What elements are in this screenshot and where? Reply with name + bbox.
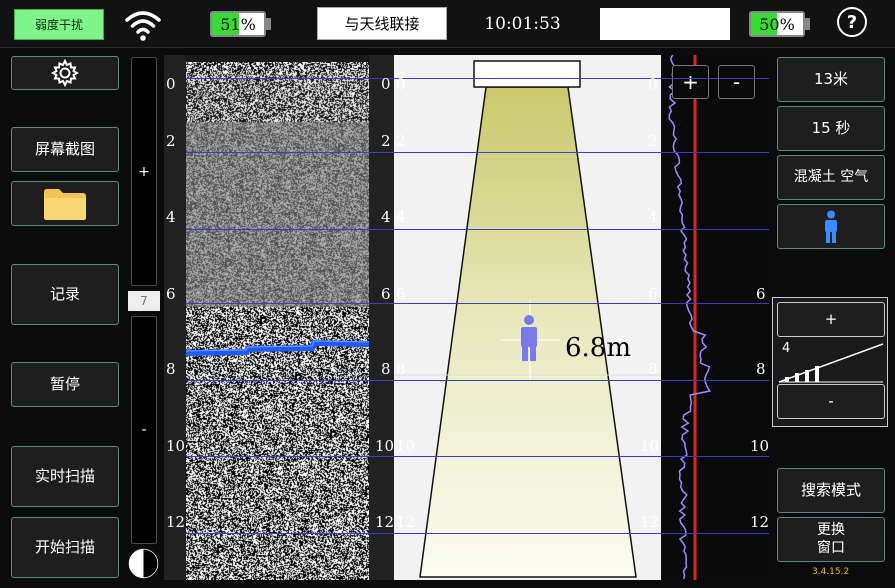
waveform-trace (668, 55, 712, 580)
zoom-out-button[interactable]: - (718, 65, 755, 99)
depth-tick-beam: 8 (396, 360, 406, 378)
depth-tick-beam: 12 (396, 513, 416, 531)
depth-tick-left: 0 (166, 75, 176, 93)
depth-tick-left: 12 (166, 513, 186, 531)
depth-grid-line (186, 229, 769, 230)
person-icon (521, 315, 537, 361)
folder-icon (44, 188, 86, 220)
depth-tick-left: 8 (166, 360, 176, 378)
depth-grid-line (186, 380, 769, 381)
pause-button[interactable]: 暂停 (11, 362, 119, 407)
depth-grid-line (186, 303, 769, 304)
target-type-button[interactable] (777, 204, 885, 249)
depth-grid-line (186, 152, 769, 153)
gain-decrease-track[interactable]: - (131, 316, 157, 544)
sensitivity-minus-button[interactable]: - (777, 384, 885, 419)
depth-tick-beam: 10 (396, 437, 416, 455)
depth-tick-right: 6 (381, 285, 391, 303)
depth-tick-left: 4 (166, 208, 176, 226)
target-distance-label: 6.8m (565, 333, 632, 363)
battery-right: 50% (749, 11, 811, 37)
bscan-panel (164, 55, 394, 580)
status-display-field (600, 8, 730, 40)
depth-tick-waveform: 8 (648, 360, 658, 378)
depth-tick-waveform: 6 (648, 285, 658, 303)
interference-status-badge: 弱度干扰 (14, 9, 104, 40)
start-scan-button[interactable]: 开始扫描 (11, 517, 119, 578)
depth-tick-waveform: 10 (640, 437, 660, 455)
depth-tick-left: 10 (166, 437, 186, 455)
depth-grid-line (186, 456, 769, 457)
change-window-button[interactable]: 更换 窗口 (777, 517, 885, 562)
wifi-icon (124, 8, 162, 42)
realtime-scan-button[interactable]: 实时扫描 (11, 446, 119, 507)
bscan-noise-image (186, 62, 369, 580)
screenshot-button[interactable]: 屏幕截图 (11, 127, 119, 172)
medium-button[interactable]: 混凝土 空气 (777, 155, 885, 200)
gain-slider-handle[interactable]: 7 (128, 291, 160, 311)
beam-target-marker (500, 300, 560, 380)
folder-button[interactable] (11, 181, 119, 226)
sensitivity-value: 4 (782, 341, 791, 356)
depth-tick-right-panel: 6 (756, 285, 766, 303)
contrast-toggle-icon[interactable] (128, 548, 159, 579)
gear-icon (51, 59, 79, 87)
settings-button[interactable] (11, 56, 119, 90)
battery-left-text: 51% (220, 14, 256, 34)
battery-right-text: 50% (759, 14, 795, 34)
detection-reflection-line (186, 339, 369, 356)
depth-tick-right: 4 (381, 208, 391, 226)
gain-minus-label: - (141, 422, 147, 438)
help-icon[interactable]: ? (837, 7, 867, 37)
waveform-panel: + - (661, 55, 769, 580)
depth-tick-left: 6 (166, 285, 176, 303)
depth-tick-waveform: 12 (640, 513, 660, 531)
depth-tick-right: 2 (381, 132, 391, 150)
depth-tick-right: 0 (381, 75, 391, 93)
search-mode-button[interactable]: 搜索模式 (777, 468, 885, 513)
gain-plus-label: + (138, 163, 150, 180)
change-window-line1: 更换 (817, 522, 845, 538)
zoom-in-button[interactable]: + (672, 65, 709, 99)
depth-grid-line (186, 78, 769, 79)
connect-antenna-button[interactable]: 与天线联接 (317, 7, 447, 40)
depth-tick-right-panel: 10 (750, 437, 770, 455)
depth-grid-line (186, 533, 769, 534)
depth-tick-waveform: 4 (648, 208, 658, 226)
depth-tick-left: 2 (166, 132, 176, 150)
range-button[interactable]: 13米 (777, 57, 885, 102)
time-button[interactable]: 15 秒 (777, 106, 885, 151)
version-label: 3.4.15.2 (812, 567, 850, 577)
gain-increase-track[interactable]: + (131, 57, 157, 286)
sensitivity-plus-button[interactable]: + (777, 302, 885, 337)
depth-tick-right: 8 (381, 360, 391, 378)
change-window-line2: 窗口 (817, 539, 845, 556)
person-icon (825, 210, 837, 243)
depth-tick-beam: 6 (396, 285, 406, 303)
depth-tick-beam: 4 (396, 208, 406, 226)
depth-tick-right-panel: 8 (756, 360, 766, 378)
depth-tick-right-panel: 12 (750, 513, 770, 531)
depth-tick-beam: 0 (396, 75, 406, 93)
depth-tick-beam: 2 (396, 132, 406, 150)
depth-tick-waveform: 0 (648, 75, 658, 93)
depth-tick-right: 12 (375, 513, 395, 531)
depth-tick-waveform: 2 (648, 132, 658, 150)
clock: 10:01:53 (484, 14, 561, 34)
record-button[interactable]: 记录 (11, 264, 119, 325)
depth-tick-right: 10 (375, 437, 395, 455)
battery-left: 51% (210, 11, 272, 37)
